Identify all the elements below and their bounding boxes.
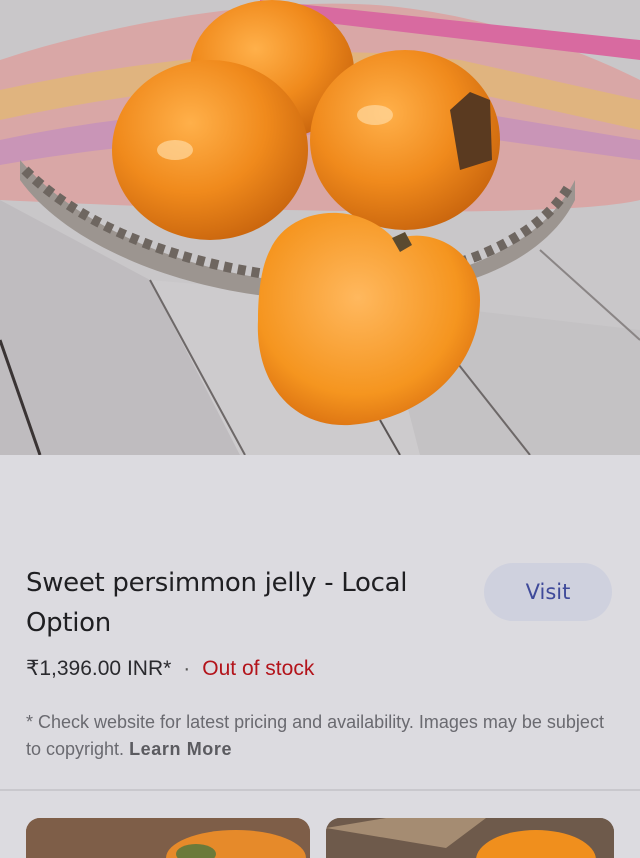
related-image-2[interactable] xyxy=(326,818,614,858)
product-info-panel: Sweet persimmon jelly - Local Option Vis… xyxy=(0,455,640,858)
stock-status: Out of stock xyxy=(202,656,315,680)
related-image-1[interactable] xyxy=(26,818,310,858)
divider xyxy=(0,789,640,791)
separator-dot: · xyxy=(183,656,191,680)
product-title: Sweet persimmon jelly - Local Option xyxy=(26,568,408,638)
disclaimer-text: * Check website for latest pricing and a… xyxy=(26,712,604,759)
visit-button[interactable]: Visit xyxy=(484,563,612,621)
price-row: ₹1,396.00 INR* · Out of stock xyxy=(26,656,314,681)
price: ₹1,396.00 INR* xyxy=(26,657,172,680)
disclaimer: * Check website for latest pricing and a… xyxy=(26,709,616,763)
learn-more-link[interactable]: Learn More xyxy=(129,739,232,759)
product-image[interactable] xyxy=(0,0,640,455)
